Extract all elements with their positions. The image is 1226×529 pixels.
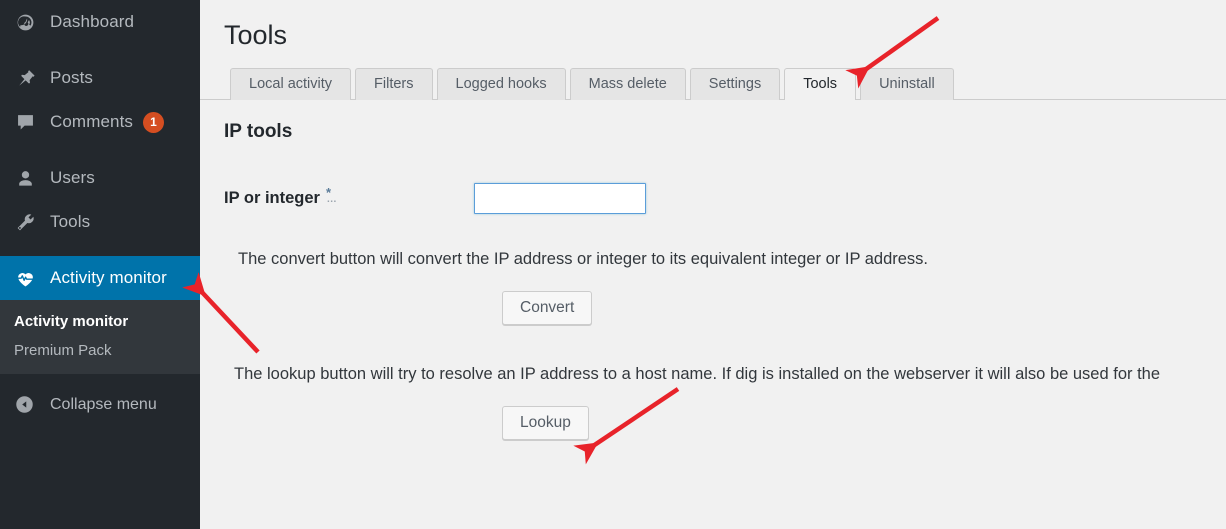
page-title: Tools	[224, 20, 288, 50]
sidebar-item-posts[interactable]: Posts	[0, 56, 200, 100]
tab-settings[interactable]: Settings	[689, 68, 781, 101]
collapse-menu-button[interactable]: Collapse menu	[0, 384, 200, 426]
submenu-item-activity-monitor[interactable]: Activity monitor	[0, 307, 200, 336]
required-asterisk: * ...	[325, 185, 337, 206]
ip-or-integer-row: IP or integer * ...	[224, 183, 1226, 215]
admin-sidebar: Dashboard Posts Comments 1 Users Tools A…	[0, 0, 201, 529]
comment-bubble-icon	[14, 111, 36, 133]
activity-monitor-submenu: Activity monitor Premium Pack	[0, 300, 200, 374]
sidebar-item-label: Dashboard	[50, 12, 135, 31]
dashboard-icon	[14, 11, 36, 33]
active-item-notch	[185, 256, 201, 300]
wrench-icon	[14, 211, 36, 233]
main-content-area: Tools Local activity Filters Logged hook…	[200, 0, 1226, 529]
lookup-button-row: Lookup	[224, 406, 1226, 441]
heart-pulse-icon	[14, 267, 36, 289]
tab-bar: Local activity Filters Logged hooks Mass…	[200, 67, 1226, 102]
section-title: IP tools	[224, 121, 293, 143]
sidebar-item-label: Tools	[50, 212, 91, 231]
ip-or-integer-label: IP or integer	[224, 189, 320, 208]
ip-or-integer-label-group: IP or integer * ...	[224, 185, 474, 208]
submenu-item-premium-pack[interactable]: Premium Pack	[0, 336, 200, 365]
tab-mass-delete[interactable]: Mass delete	[569, 68, 686, 101]
pushpin-icon	[14, 67, 36, 89]
tab-logged-hooks[interactable]: Logged hooks	[436, 68, 566, 101]
tab-uninstall[interactable]: Uninstall	[860, 68, 954, 101]
tab-filters[interactable]: Filters	[355, 68, 433, 101]
user-icon	[14, 167, 36, 189]
comments-count-badge: 1	[143, 111, 164, 133]
ip-or-integer-input[interactable]	[474, 183, 646, 215]
lookup-description: The lookup button will try to resolve an…	[234, 365, 1161, 384]
tab-tools[interactable]: Tools	[784, 68, 857, 102]
sidebar-item-comments[interactable]: Comments 1	[0, 100, 200, 144]
sidebar-item-tools[interactable]: Tools	[0, 200, 200, 244]
sidebar-item-label: Users	[50, 168, 95, 187]
chevron-left-circle-icon	[14, 394, 36, 416]
sidebar-item-dashboard[interactable]: Dashboard	[0, 0, 200, 44]
wordpress-admin-screen: Dashboard Posts Comments 1 Users Tools A…	[0, 0, 1226, 529]
required-hint-dots: ...	[326, 194, 337, 206]
convert-description: The convert button will convert the IP a…	[238, 250, 929, 269]
lookup-button[interactable]: Lookup	[502, 406, 589, 441]
convert-button[interactable]: Convert	[502, 291, 593, 326]
collapse-menu-label: Collapse menu	[50, 396, 157, 413]
sidebar-item-users[interactable]: Users	[0, 156, 200, 200]
tab-bar-wrapper: Local activity Filters Logged hooks Mass…	[200, 67, 1226, 102]
sidebar-item-label: Activity monitor	[50, 268, 167, 287]
tab-local-activity[interactable]: Local activity	[230, 68, 352, 101]
sidebar-item-activity-monitor[interactable]: Activity monitor	[0, 256, 201, 300]
ip-tools-panel: IP tools IP or integer * ... The convert…	[200, 121, 1226, 441]
convert-button-row: Convert	[224, 291, 1226, 326]
sidebar-item-label: Posts	[50, 68, 94, 87]
sidebar-item-label: Comments	[50, 112, 133, 131]
